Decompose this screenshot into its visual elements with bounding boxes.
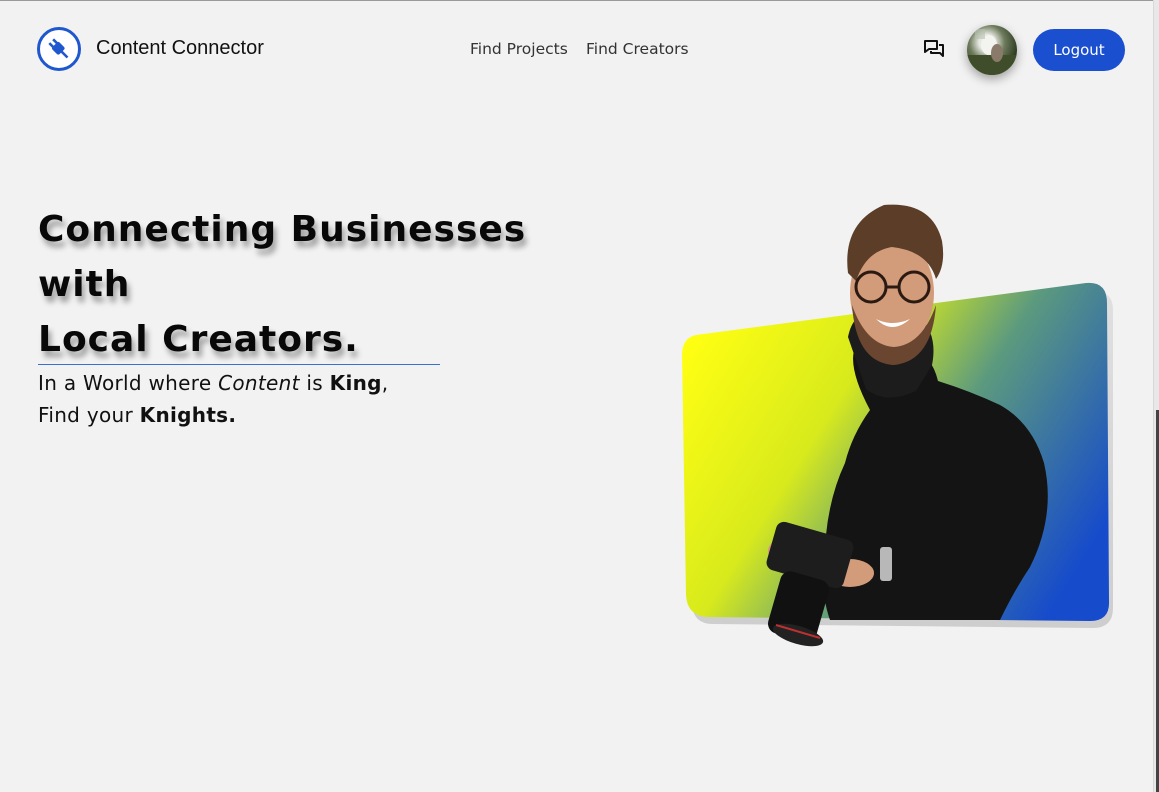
hero-title-line-1: Connecting Businesses [38, 209, 527, 250]
subtitle-bold: Knights. [139, 403, 237, 427]
subtitle-text: Find your [38, 403, 140, 427]
hero-illustration [670, 195, 1120, 655]
hero-headline: Connecting Businesses with Local Creator… [38, 202, 526, 367]
plug-logo-icon[interactable] [37, 27, 81, 71]
hero-subtitle: In a World where Content is King, Find y… [38, 367, 388, 431]
right-edge-strip [1153, 0, 1159, 792]
hero-title-line-2: with [38, 264, 131, 305]
subtitle-text: is [299, 371, 330, 395]
subtitle-italic: Content [218, 371, 300, 395]
window-top-border [0, 0, 1159, 1]
subtitle-text: , [381, 371, 389, 395]
subtitle-line-2: Find your Knights. [38, 399, 388, 431]
nav-find-creators[interactable]: Find Creators [586, 40, 689, 58]
hero-title-line-3: Local Creators. [38, 319, 359, 360]
subtitle-line-1: In a World where Content is King, [38, 367, 388, 399]
subtitle-bold: King [329, 371, 382, 395]
logout-button[interactable]: Logout [1033, 29, 1125, 71]
subtitle-text: In a World where [38, 371, 219, 395]
chat-icon[interactable] [922, 37, 946, 61]
brand-name[interactable]: Content Connector [96, 37, 264, 60]
nav-find-projects[interactable]: Find Projects [470, 40, 568, 58]
user-avatar[interactable] [967, 25, 1017, 75]
headline-underline [38, 364, 440, 365]
